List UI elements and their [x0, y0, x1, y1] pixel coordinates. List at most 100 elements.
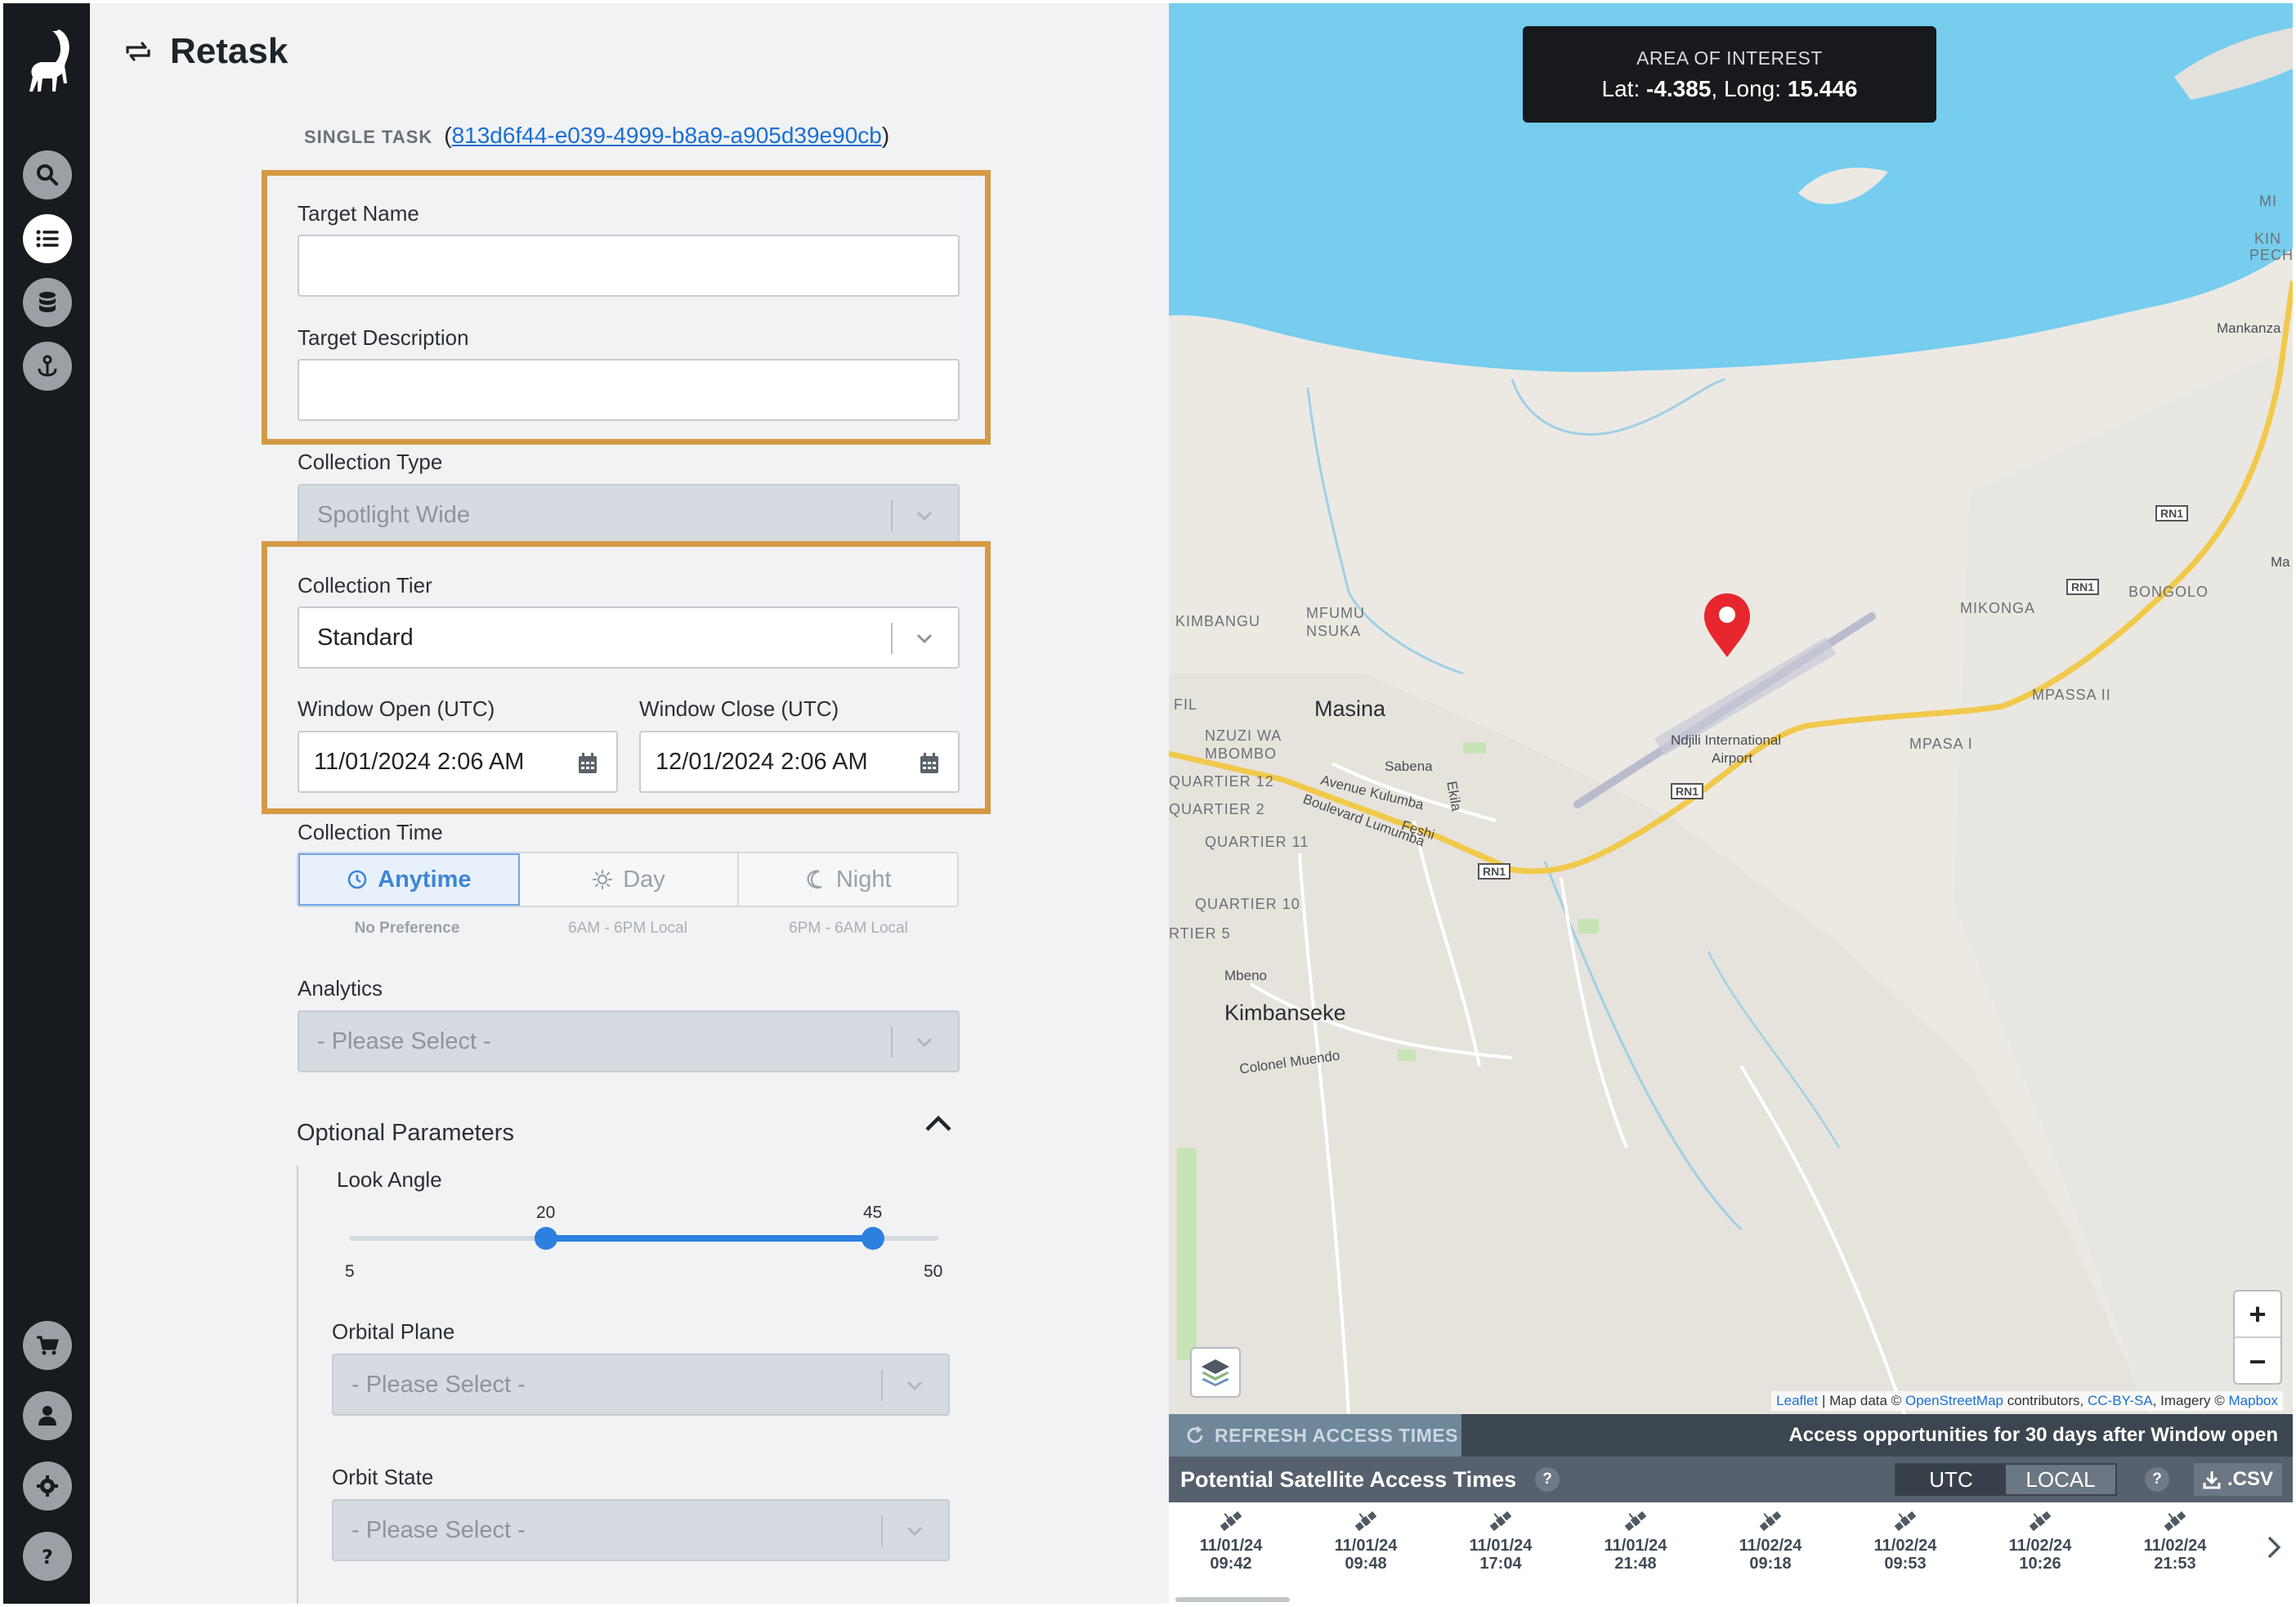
map-label: FIL: [1174, 696, 1198, 713]
calendar-icon[interactable]: [919, 752, 940, 775]
map-label: RN1: [2066, 579, 2100, 595]
collection-tier-select[interactable]: Standard: [298, 607, 960, 669]
collection-time-anytime[interactable]: Anytime: [298, 853, 520, 906]
access-title: Potential Satellite Access Times: [1180, 1467, 1517, 1492]
search-nav-button[interactable]: [23, 150, 72, 199]
access-time-item[interactable]: 11/02/24 09:53: [1856, 1509, 1954, 1573]
settings-nav-button[interactable]: [23, 1462, 72, 1511]
download-icon: [2203, 1471, 2221, 1489]
access-header: Potential Satellite Access Times ? UTC L…: [1169, 1457, 2293, 1502]
map-label: KIN: [2254, 231, 2282, 247]
map-attribution: Leaflet | Map data © OpenStreetMap contr…: [1771, 1391, 2283, 1411]
satellite-icon: [2164, 1511, 2186, 1532]
look-angle-range-fill: [546, 1235, 873, 1242]
gear-icon: [37, 1475, 58, 1497]
access-date: 11/01/24: [1604, 1537, 1667, 1555]
task-list-icon: [36, 230, 59, 248]
horizontal-scrollbar[interactable]: [1175, 1597, 1290, 1602]
collection-tier-label: Collection Tier: [298, 573, 432, 598]
map-label: Airport: [1712, 750, 1753, 766]
aoi-coordinates: Lat: -4.385, Long: 15.446: [1601, 76, 1858, 101]
account-nav-button[interactable]: [23, 1391, 72, 1440]
access-time-item[interactable]: 11/02/24 10:26: [1991, 1509, 2089, 1573]
map-label: Mbeno: [1224, 968, 1267, 983]
window-open-input[interactable]: 11/01/2024 2:06 AM: [298, 731, 618, 793]
sun-icon: [593, 869, 613, 890]
map-label: Sabena: [1385, 759, 1433, 774]
timezone-help-icon[interactable]: ?: [2145, 1467, 2169, 1492]
chevron-down-icon: [916, 633, 933, 644]
refresh-access-times-button[interactable]: REFRESH ACCESS TIMES: [1169, 1414, 1461, 1457]
window-close-input[interactable]: 12/01/2024 2:06 AM: [639, 731, 960, 793]
orbit-state-select[interactable]: - Please Select -: [332, 1499, 950, 1561]
look-angle-min: 5: [345, 1262, 355, 1281]
database-icon: [39, 292, 56, 312]
access-time-item[interactable]: 11/02/24 09:18: [1721, 1509, 1819, 1573]
chevron-up-icon[interactable]: [922, 1112, 955, 1136]
moon-icon: [807, 870, 822, 889]
access-time-item[interactable]: 11/02/24 21:53: [2126, 1509, 2224, 1573]
target-description-label: Target Description: [298, 325, 469, 350]
database-nav-button[interactable]: [23, 278, 72, 327]
look-angle-high-handle[interactable]: [862, 1227, 884, 1250]
anchor-nav-button[interactable]: [23, 342, 72, 391]
cart-nav-button[interactable]: [23, 1321, 72, 1370]
orbit-state-label: Orbit State: [332, 1465, 434, 1489]
target-name-label: Target Name: [298, 201, 419, 226]
night-sub-label: 6PM - 6AM Local: [789, 920, 908, 937]
window-close-value: 12/01/2024 2:06 AM: [656, 748, 868, 775]
layers-button[interactable]: [1190, 1347, 1241, 1398]
analytics-select[interactable]: - Please Select -: [298, 1010, 960, 1072]
access-date: 11/01/24: [1199, 1537, 1263, 1555]
access-time-item[interactable]: 11/01/24 09:48: [1317, 1509, 1415, 1573]
target-description-input[interactable]: [298, 359, 960, 421]
analytics-label: Analytics: [298, 976, 383, 1000]
look-angle-high-value: 45: [863, 1203, 883, 1222]
access-time-item[interactable]: 11/01/24 21:48: [1587, 1509, 1685, 1573]
target-name-input[interactable]: [298, 235, 960, 297]
calendar-icon[interactable]: [577, 752, 598, 775]
help-nav-button[interactable]: ?: [23, 1532, 72, 1581]
zoom-in-button[interactable]: +: [2235, 1291, 2280, 1338]
access-help-icon[interactable]: ?: [1535, 1467, 1560, 1492]
map-label: RN1: [2155, 505, 2189, 521]
chevron-down-icon: [906, 1526, 923, 1537]
map-label: KIMBANGU: [1175, 613, 1261, 629]
page-header: Retask: [124, 31, 288, 72]
chevron-right-icon[interactable]: [2265, 1533, 2283, 1561]
collection-time-label: Collection Time: [298, 820, 443, 844]
timezone-toggle: UTC LOCAL: [1895, 1463, 2117, 1496]
orbital-plane-select[interactable]: - Please Select -: [332, 1354, 950, 1416]
access-note: Access opportunities for 30 days after W…: [1788, 1424, 2278, 1446]
look-angle-low-handle[interactable]: [535, 1227, 557, 1250]
local-toggle[interactable]: LOCAL: [2006, 1465, 2115, 1494]
optional-parameters-toggle[interactable]: Optional Parameters: [297, 1120, 514, 1147]
cart-icon: [37, 1336, 60, 1355]
download-csv-button[interactable]: .CSV: [2194, 1463, 2282, 1496]
tasks-nav-button[interactable]: [23, 214, 72, 263]
collection-time-day[interactable]: Day: [520, 853, 740, 906]
nav-rail: ?: [3, 3, 90, 1604]
access-date: 11/02/24: [2143, 1537, 2207, 1555]
day-sub-label: 6AM - 6PM Local: [568, 920, 687, 937]
map-view[interactable]: AREA OF INTEREST Lat: -4.385, Long: 15.4…: [1169, 3, 2293, 1414]
zoom-control: + −: [2233, 1290, 2282, 1385]
zoom-out-button[interactable]: −: [2235, 1338, 2280, 1385]
access-toolbar: REFRESH ACCESS TIMES Access opportunitie…: [1169, 1414, 2293, 1457]
look-angle-low-value: 20: [536, 1203, 556, 1222]
map-label: MFUMU: [1306, 605, 1365, 621]
access-time-item[interactable]: 11/01/24 17:04: [1452, 1509, 1550, 1573]
task-id-link[interactable]: 813d6f44-e039-4999-b8a9-a905d39e90cb: [452, 123, 882, 148]
access-time: 21:53: [2154, 1555, 2196, 1573]
collection-tier-value: Standard: [317, 624, 414, 651]
access-date: 11/02/24: [1739, 1537, 1802, 1555]
collection-time-night[interactable]: Night: [739, 853, 957, 906]
map-label: MPASSA II: [2032, 687, 2111, 703]
utc-toggle[interactable]: UTC: [1896, 1465, 2006, 1494]
map-label: Kimbanseke: [1224, 1000, 1346, 1025]
access-time-item[interactable]: 11/01/24 09:42: [1182, 1509, 1280, 1573]
collection-type-select[interactable]: Spotlight Wide: [298, 484, 960, 546]
map-label: NZUZI WA: [1205, 727, 1282, 744]
map-label: QUARTIER 2: [1169, 801, 1265, 817]
map-label: Ndjili International: [1671, 732, 1782, 748]
